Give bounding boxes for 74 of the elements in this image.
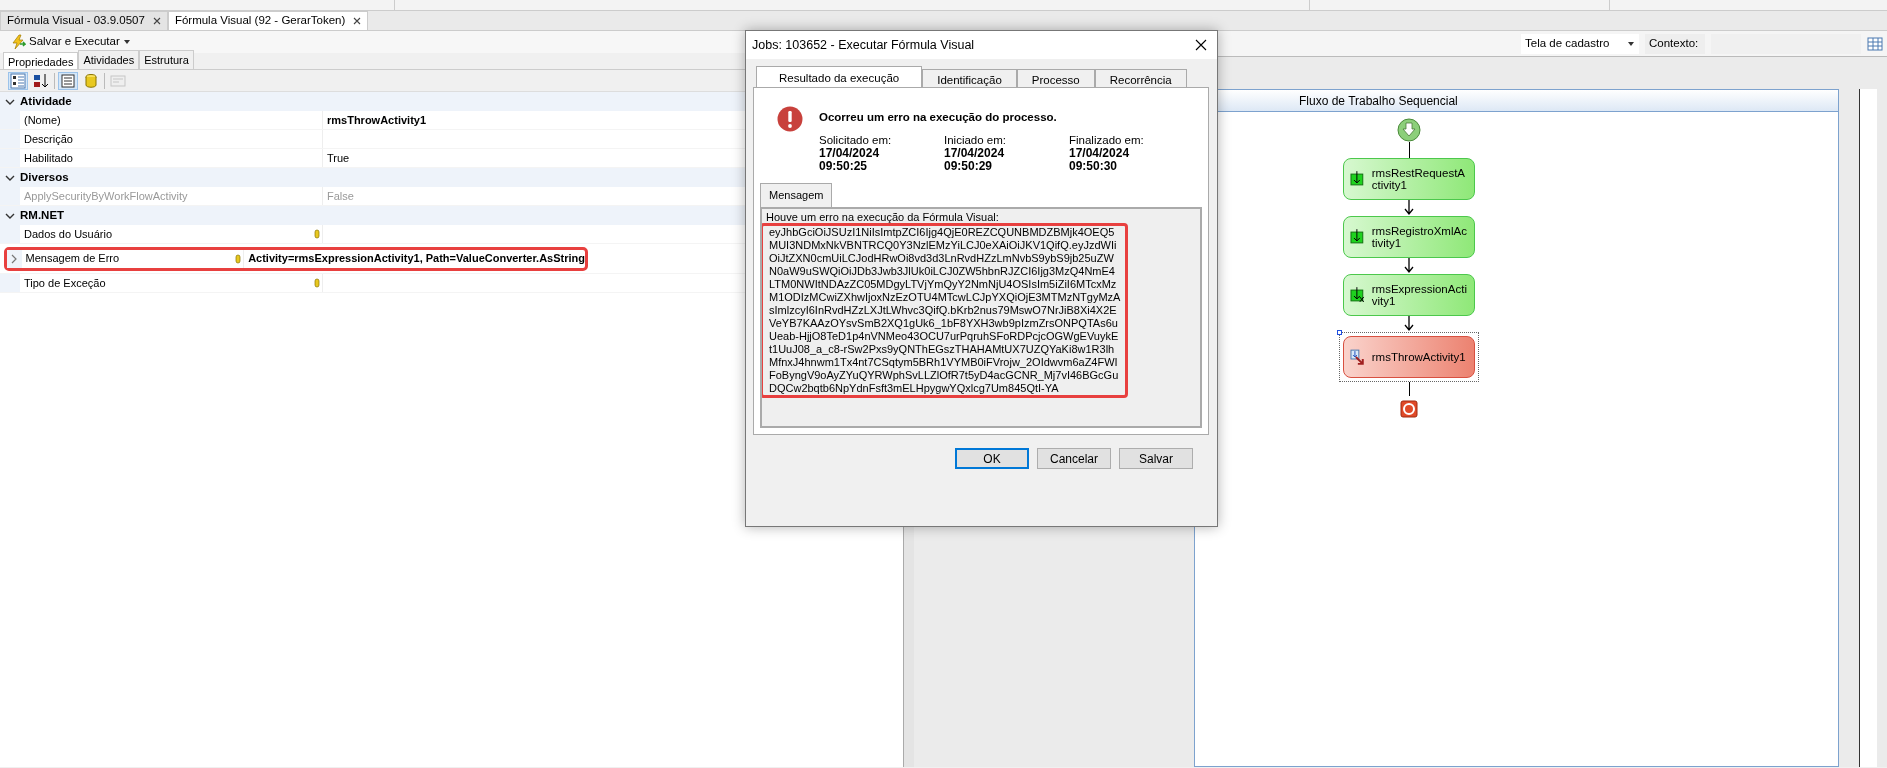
property-name: Mensagem de Erro (25, 251, 120, 267)
error-icon (777, 106, 803, 132)
property-value[interactable]: rmsThrowActivity1 (323, 111, 427, 129)
dialog-tab[interactable]: Identificação (922, 69, 1017, 87)
list-button[interactable] (58, 71, 78, 90)
arrow-icon (1404, 316, 1414, 332)
panel-tab[interactable]: Atividades (78, 49, 140, 69)
property-name: ApplySecurityByWorkFlowActivity (24, 188, 188, 204)
database-icon (83, 72, 99, 89)
time-label: Iniciado em: (944, 134, 1007, 148)
panel-tab[interactable]: Propriedades (3, 52, 79, 69)
property-name: Habilitado (24, 150, 73, 166)
dialog-tab[interactable]: Processo (1016, 69, 1095, 87)
caret-icon (1627, 40, 1635, 47)
close-icon[interactable] (152, 17, 161, 25)
dialog-button[interactable]: Cancelar (1037, 448, 1111, 469)
time-value: 09:50:30 (1069, 160, 1119, 174)
close-icon[interactable] (353, 17, 362, 25)
time-value: 09:50:25 (819, 160, 869, 174)
document-tab[interactable]: Fórmula Visual - 03.9.0507 (0, 11, 168, 30)
close-icon (1195, 39, 1207, 51)
arrow-icon (1404, 200, 1414, 216)
dialog-title: Jobs: 103652 - Executar Fórmula Visual (752, 36, 975, 54)
panel-tab[interactable]: Estrutura (139, 49, 194, 69)
date-value: 17/04/2024 (944, 147, 1006, 161)
message-box[interactable] (760, 206, 1202, 428)
time-label: Finalizado em: (1069, 134, 1145, 148)
property-pages-icon (110, 72, 126, 89)
activity-node[interactable]: rmsRestRequestActivity1 (1343, 158, 1475, 200)
property-name: Descrição (24, 131, 73, 147)
message-text: eyJhbGciOiJSUzI1NiIsImtpZCI6Ijg4QjE0REZCQUNBMDZBMjk4OEQ5MUI3NDMxNkVBNTRCQ0Y3NzlEMzYiLCJ0eXAiOiJKV1QifQ.eyJzdWIiOiJtZXN0cmUiLCJodHRwOi8vd3d3LnRvdHZzLmNvbS9ybS9jb25uZWN0aW9uSWQiOiJDb3Jwb3JlUk0iLCJ0ZW5hbnRJZCI6Ijg3MzQ4NmE4LTM0NWItNDAzZC05MDgyLTVjYmQyY2NmNjU4OSIsIm5iZiI6MTcxMzM1ODIzMCwiZXhwIjoxNzEzOTU4MTcwLCJpYXQiOjE3MTMzNTgyMzAsImlzcyI6InRvdHZzLXJtLWhvc3QifQ.bKrb2nus79MswO7NrJiB8Xi4X2EVeYB7KAAzOYsvSmB2XQ1gUk6_1bF8YXH3wb9pIzmZrsONPQTAs6uUeab-HjjO8TeD1p4nVNMeo43OCU7urPqruhSFoRDPcjcOGWgEVuykEt1UuJ08_a_c8-rSw2Pxs9yQNThEGszTHAHAMtUX7UZQYaKi8w1R3lhMfnxJ4hnwm1Tx4nt7CSqtym5BRh1VYMB0iFVrojw_2OIdwvm6aZ4FWIFoByngV9oAyZYuQYRWphSvLLZlOfR7t5yD4acGCNR_Mj7vI46BGcGuDQCw2bqtb6NpYdnFsft3mELHpygwYQxlcg7Um845QtI-YA (769, 225, 1121, 395)
date-value: 17/04/2024 (1069, 147, 1131, 161)
dialog-tab[interactable]: Recorrência (1094, 69, 1187, 87)
save-and-run-button[interactable]: Salvar e Executar (8, 33, 133, 51)
categorized-icon (10, 72, 26, 89)
category-label: Atividade (20, 93, 72, 109)
activity-node[interactable]: rmsExpressionActivity1 (1343, 274, 1475, 316)
stop-icon (1400, 400, 1418, 418)
dialog-button[interactable]: Salvar (1119, 448, 1193, 469)
download-icon (1350, 287, 1366, 303)
lightning-icon (10, 34, 26, 50)
caret-icon (122, 39, 131, 45)
document-tab[interactable]: Fórmula Visual (92 - GerarToken) (167, 11, 369, 30)
sort-icon (33, 72, 49, 89)
category-label: RM.NET (20, 207, 65, 223)
category-label: Diversos (20, 169, 69, 185)
sort-button[interactable] (31, 71, 51, 90)
scrollbar[interactable] (1859, 89, 1877, 767)
download-icon (1350, 229, 1366, 245)
dialog-tab[interactable]: Resultado da execução (756, 66, 923, 87)
arrow-icon (1404, 258, 1414, 274)
resize-handle[interactable] (1337, 330, 1342, 335)
property-name: Dados do Usuário (24, 226, 113, 242)
activity-node[interactable]: rmsThrowActivity1 (1343, 336, 1475, 378)
property-value[interactable]: True (323, 149, 350, 167)
view-dropdown[interactable]: Tela de cadastro (1521, 33, 1639, 54)
error-message: Ocorreu um erro na execução do processo. (819, 110, 1058, 125)
activity-node[interactable]: rmsRegistroXmlActivity1 (1343, 216, 1475, 258)
property-name: (Nome) (24, 112, 61, 128)
time-value: 09:50:29 (944, 160, 994, 174)
context-label: Contexto: (1645, 33, 1705, 54)
categorized-button[interactable] (8, 71, 28, 90)
date-value: 17/04/2024 (819, 147, 881, 161)
property-name: Tipo de Exceção (24, 275, 106, 291)
message-tab[interactable]: Mensagem (760, 183, 833, 207)
start-icon (1397, 118, 1421, 142)
list-icon (60, 72, 76, 89)
download-icon (1350, 171, 1366, 187)
time-label: Solicitado em: (819, 134, 893, 148)
message-intro: Houve um erro na execução da Fórmula Visual: (766, 210, 1000, 223)
throw-icon (1350, 349, 1366, 365)
table-icon (1867, 36, 1883, 51)
dialog-button[interactable]: OK (955, 448, 1029, 469)
property-value[interactable]: Activity=rmsExpressionActivity1, Path=ValueConverter.AsString (244, 250, 585, 267)
